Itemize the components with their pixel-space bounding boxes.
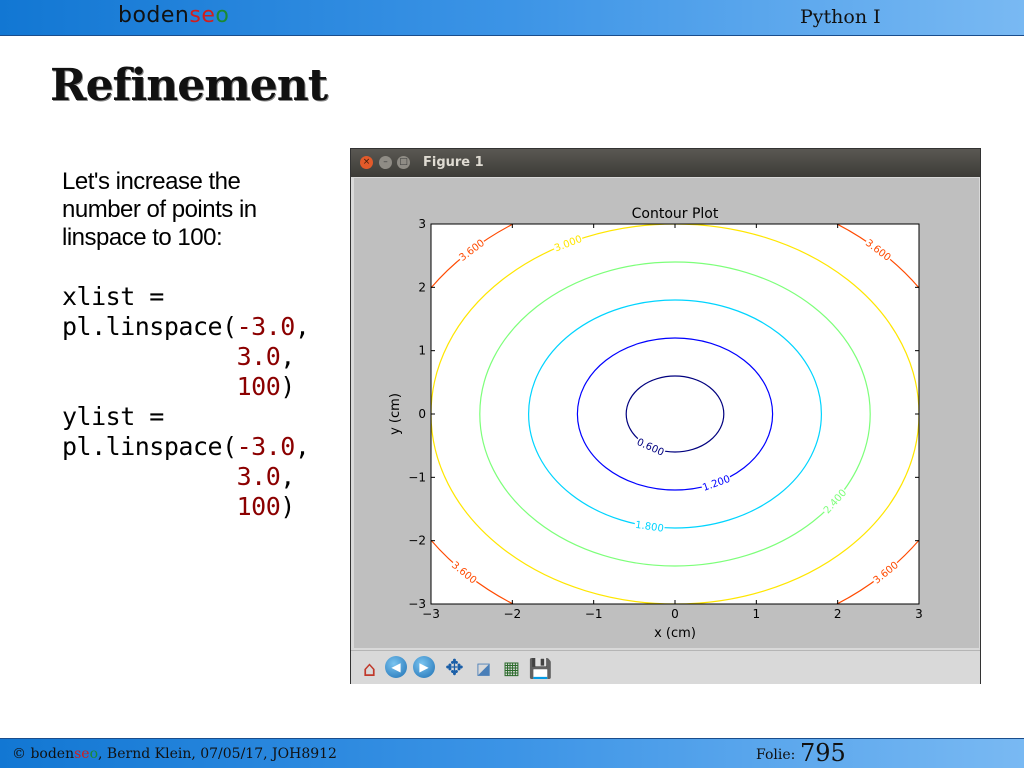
code-punct: ) — [280, 372, 295, 401]
y-tick-label: −3 — [408, 597, 426, 611]
code-number: 100 — [236, 492, 281, 521]
figure-window: × – □ Figure 1 0.600 1.200 1.800 2.400 3.000… — [350, 148, 981, 684]
save-floppy-icon[interactable]: 💾 — [528, 656, 553, 681]
pan-move-icon[interactable]: ✥ — [442, 656, 467, 681]
subplots-config-icon[interactable]: ▦ — [499, 656, 524, 681]
intro-text: Let's increase the number of points in l… — [62, 168, 257, 251]
y-tick-label: 2 — [418, 280, 426, 294]
code-number: -3.0 — [236, 432, 296, 461]
copyright-symbol: © — [12, 746, 31, 762]
back-arrow-icon[interactable]: ◀ — [385, 656, 407, 678]
footer-credit: © bodenseo, Bernd Klein, 07/05/17, JOH89… — [12, 746, 337, 762]
code-number: 3.0 — [236, 342, 281, 371]
x-tick-label: −2 — [503, 607, 521, 621]
code-number: 3.0 — [236, 462, 281, 491]
author-date: , Bernd Klein, 07/05/17, JOH8912 — [98, 746, 337, 762]
minimize-icon[interactable]: – — [379, 156, 392, 169]
contour-chart: 0.6001.2001.8002.4003.0003.600 3.6003.600… — [388, 206, 923, 641]
footer-bar: © bodenseo, Bernd Klein, 07/05/17, JOH89… — [0, 738, 1024, 768]
plot-area — [431, 224, 919, 604]
y-axis-label: y (cm) — [388, 393, 403, 435]
home-icon[interactable]: ⌂ — [357, 656, 382, 681]
figure-title: Figure 1 — [423, 155, 484, 170]
code-punct: , — [280, 462, 295, 491]
close-icon[interactable]: × — [360, 156, 373, 169]
logo-text-part1: boden — [118, 3, 190, 28]
x-tick-label: 0 — [671, 607, 679, 621]
chart-title: Contour Plot — [632, 206, 719, 222]
code-line: pl.linspace( — [62, 312, 237, 341]
code-line: ylist = — [62, 402, 164, 431]
x-axis-label: x (cm) — [654, 626, 696, 641]
logo-text-part3: o — [215, 3, 230, 28]
forward-arrow-icon[interactable]: ▶ — [413, 656, 435, 678]
footer-logo-part2: se — [74, 746, 90, 762]
x-tick-label: 1 — [753, 607, 761, 621]
bodenseo-logo: bodenseo — [118, 3, 229, 28]
figure-titlebar[interactable]: × – □ Figure 1 — [351, 149, 980, 177]
plot-canvas[interactable]: 0.600 1.200 1.800 2.400 3.000 3.600 3.600 3.600… — [354, 178, 979, 648]
y-tick-label: 0 — [418, 407, 426, 421]
code-punct: ) — [280, 492, 295, 521]
footer-logo-part3: o — [89, 746, 99, 762]
course-title: Python I — [800, 6, 881, 28]
code-number: 100 — [236, 372, 281, 401]
code-line: pl.linspace( — [62, 432, 237, 461]
logo-text-part2: se — [189, 3, 216, 28]
y-tick-label: −1 — [408, 470, 426, 484]
x-tick-label: −1 — [585, 607, 603, 621]
slide-title: Refinement — [50, 60, 328, 111]
footer-logo-part1: boden — [30, 746, 75, 762]
folie-number: 795 — [800, 739, 846, 767]
x-tick-label: 2 — [834, 607, 842, 621]
zoom-rect-icon[interactable]: ◪ — [471, 656, 496, 681]
y-tick-label: −2 — [408, 534, 426, 548]
y-tick-label: 3 — [418, 217, 426, 231]
code-block: xlist = pl.linspace(-3.0, 3.0, 100) ylis… — [62, 282, 310, 522]
code-punct: , — [280, 342, 295, 371]
code-punct: , — [294, 312, 310, 341]
figure-toolbar: ⌂ ◀ ▶ ✥ ◪ ▦ 💾 — [351, 650, 980, 684]
code-punct: , — [294, 432, 310, 461]
code-number: -3.0 — [236, 312, 296, 341]
folie-label: Folie: — [756, 747, 796, 763]
maximize-icon[interactable]: □ — [397, 156, 410, 169]
header-bar: bodenseo Python I — [0, 0, 1024, 36]
y-tick-label: 1 — [418, 344, 426, 358]
x-tick-label: 3 — [915, 607, 923, 621]
code-line: xlist = — [62, 282, 164, 311]
